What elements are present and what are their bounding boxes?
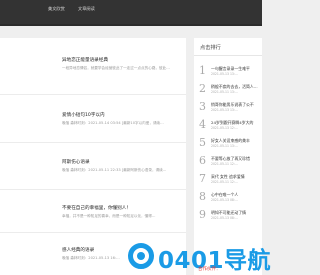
sidebar-title: 点击排行 — [200, 45, 221, 51]
rank-number: 7 — [199, 172, 206, 185]
rank-number: 8 — [199, 190, 206, 203]
top-navigation-bar: 美文欣赏 文章阅读 — [0, 0, 262, 24]
post-meta: 晚落 森林时刻：2021-05-13 16:… — [62, 256, 120, 260]
rank-date: 2021-05-13 08:... — [211, 198, 238, 202]
post-title[interactable]: 不要在自己的幸福里，你懂别人！ — [62, 205, 131, 211]
post-item[interactable]: 阿斯伤心语录 晚落 森林时刻：2021-05-11 22:33 [最新阿斯伤心语… — [0, 143, 186, 189]
rank-number: 2 — [199, 82, 206, 95]
post-summary: 一段异地恋情侣，就要学会经营彼此了一走过一点点的心路，彼此… — [62, 66, 170, 70]
post-meta: 晚落 森林时刻：2021-05-11 22:33 [最新阿斯伤心语录，请续… — [62, 168, 167, 172]
nav-link-wenzhang[interactable]: 文章阅读 — [78, 6, 95, 12]
partner-label: 合作伙伴： — [198, 267, 221, 272]
post-summary: 幸福，并不是一种知足的喜幸，而是一种知足以化，懂得… — [62, 214, 156, 218]
post-meta: 晚落 森林时刻：2021-05-14 03:54 [最新10字以内爱，请续… — [62, 121, 164, 125]
rank-date: 2021-05-13 12:... — [211, 126, 238, 130]
post-title[interactable]: 异地恋正能量语录经典 — [62, 57, 108, 63]
nav-divider — [0, 24, 262, 26]
rank-number: 6 — [199, 154, 206, 167]
post-title[interactable]: 感人经典的语录 — [62, 247, 94, 253]
watermark-logo-dot — [137, 252, 145, 260]
rank-number: 4 — [199, 118, 206, 131]
rank-number: 3 — [199, 100, 206, 113]
rank-date: 2021-05-13 08:... — [211, 216, 238, 220]
post-item[interactable]: 异地恋正能量语录经典 一段异地恋情侣，就要学会经营彼此了一走过一点点的心路，彼此… — [0, 38, 186, 82]
rank-date: 2021-05-11 13:... — [211, 90, 238, 94]
nav-link-meiwen[interactable]: 美文欣赏 — [48, 6, 65, 12]
rank-number: 9 — [199, 208, 206, 221]
post-title[interactable]: 阿斯伤心语录 — [62, 159, 90, 165]
rank-date: 2021-05-11 13:... — [211, 144, 238, 148]
rank-date: 2021-05-11 12:... — [211, 180, 238, 184]
post-item[interactable]: 不要在自己的幸福里，你懂别人！ 幸福，并不是一种知足的喜幸，而是一种知足以化，懂… — [0, 190, 186, 232]
rank-number: 5 — [199, 136, 206, 149]
rank-date: 2021-05-13 13:... — [211, 108, 238, 112]
post-item[interactable]: 爱情小短句10字以内 晚落 森林时刻：2021-05-14 03:54 [最新1… — [0, 95, 186, 142]
sidebar-header: 点击排行 — [194, 38, 262, 56]
rank-date: 2021-05-13 13:... — [211, 72, 238, 76]
rank-date: 2021-05-11 12:... — [211, 162, 238, 166]
rank-number: 1 — [199, 64, 206, 77]
post-title[interactable]: 爱情小短句10字以内 — [62, 112, 105, 118]
